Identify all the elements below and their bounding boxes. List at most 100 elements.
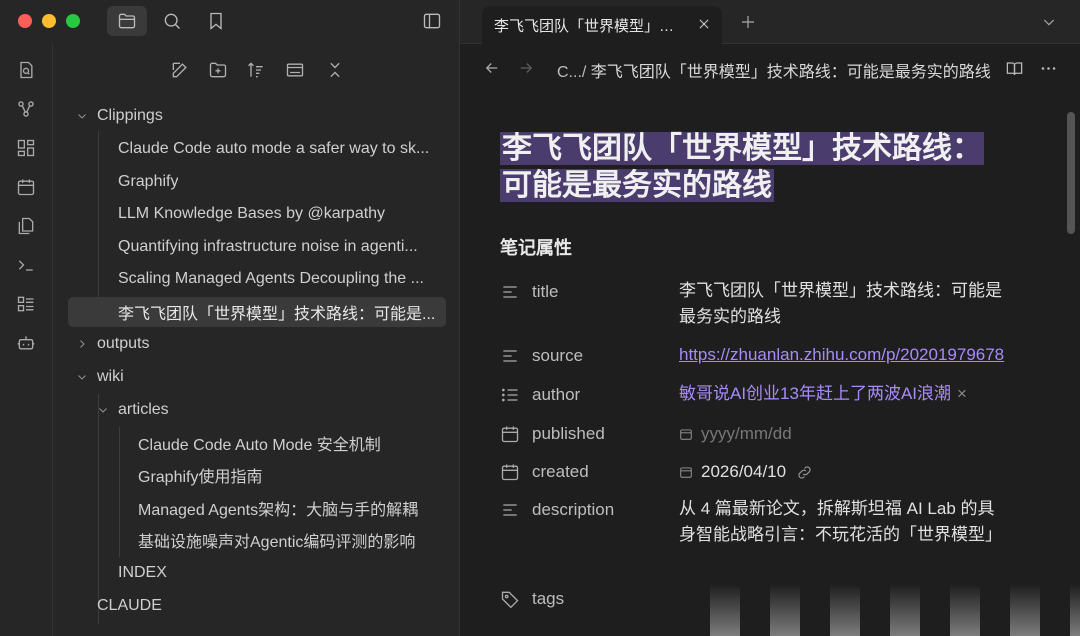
property-key-title[interactable]: title	[500, 280, 670, 304]
list-grid-icon	[17, 296, 34, 312]
chevron-down-icon	[96, 403, 110, 417]
folder-outputs[interactable]: outputs	[75, 329, 149, 359]
tab-title: 李飞飞团队「世界模型」技术路线：可能是最务实的路线	[494, 17, 686, 35]
folder-wiki[interactable]: wiki	[75, 362, 124, 392]
folder-articles[interactable]: articles	[96, 395, 169, 425]
tab-close-button[interactable]	[694, 14, 714, 34]
file-item[interactable]: Managed Agents架构：大脑与手的解耦	[138, 493, 418, 523]
bot-button[interactable]	[14, 331, 38, 355]
property-value-title[interactable]: 李飞飞团队「世界模型」技术路线：可能是 最务实的路线	[679, 278, 1019, 330]
file-item[interactable]: Claude Code Auto Mode 安全机制	[138, 428, 381, 458]
author-pill[interactable]: 敏哥说AI创业13年赶上了两波AI浪潮	[679, 384, 951, 403]
tree-guide	[119, 427, 120, 557]
canvas-button[interactable]	[14, 136, 38, 160]
file-item[interactable]: Graphify	[118, 167, 178, 197]
breadcrumb: C.../ 李飞飞团队「世界模型」技术路线：可能是最务实的路线	[557, 58, 991, 82]
plus-icon	[742, 16, 754, 28]
auto-reveal-button[interactable]	[281, 56, 309, 84]
graph-view-button[interactable]	[14, 97, 38, 121]
file-item[interactable]: Quantifying infrastructure noise in agen…	[118, 232, 438, 262]
folder-icon	[118, 13, 136, 29]
calendar-icon	[501, 426, 519, 443]
new-tab-button[interactable]	[734, 8, 762, 36]
title-bar: 李飞飞团队「世界模型」技术路线：可能是最务实的路线	[0, 0, 1080, 44]
file-item[interactable]: INDEX	[118, 558, 167, 588]
file-item[interactable]: 基础设施噪声对Agentic编码评测的影响	[138, 525, 415, 555]
command-palette-button[interactable]	[14, 253, 38, 277]
view-header: C.../ 李飞飞团队「世界模型」技术路线：可能是最务实的路线	[460, 44, 1080, 90]
bases-button[interactable]	[14, 292, 38, 316]
back-button[interactable]	[480, 56, 504, 80]
sort-icon	[248, 62, 263, 78]
new-note-button[interactable]	[166, 56, 194, 84]
property-value-created[interactable]: 2026/04/10	[679, 459, 1019, 485]
reveal-icon	[286, 63, 304, 77]
created-date: 2026/04/10	[701, 462, 787, 481]
layout-dashboard-icon	[17, 139, 35, 157]
note-title-line-2: 可能是最务实的路线	[500, 169, 774, 202]
link-icon[interactable]	[796, 464, 813, 481]
property-key-published[interactable]: published	[500, 422, 670, 446]
daily-note-button[interactable]	[14, 175, 38, 199]
templates-button[interactable]	[14, 214, 38, 238]
list-icon	[502, 388, 518, 402]
file-item[interactable]: Scaling Managed Agents Decoupling the ..…	[118, 264, 438, 294]
property-key-created[interactable]: created	[500, 460, 670, 484]
chevron-down-icon	[1043, 19, 1055, 26]
chevron-down-icon	[75, 109, 89, 123]
sort-button[interactable]	[242, 56, 270, 84]
file-item[interactable]: LLM Knowledge Bases by @karpathy	[118, 199, 385, 229]
chevron-down-icon	[75, 370, 89, 384]
arrow-right-icon	[520, 63, 533, 73]
files-icon	[18, 217, 34, 235]
toggle-sidebar-button[interactable]	[412, 6, 452, 36]
collapse-all-button[interactable]	[321, 56, 349, 84]
tab-active-note[interactable]: 李飞飞团队「世界模型」技术路线：可能是最务实的路线	[482, 6, 722, 44]
chevron-right-icon	[75, 337, 89, 351]
search-tab-button[interactable]	[152, 6, 192, 36]
more-options-button[interactable]	[1036, 56, 1060, 80]
text-icon	[503, 350, 517, 362]
collapse-icon	[330, 62, 340, 78]
close-window-button[interactable]	[18, 14, 32, 28]
property-value-published[interactable]: yyyy/mm/dd	[679, 421, 1019, 447]
property-key-author[interactable]: author	[500, 383, 670, 407]
reading-view-button[interactable]	[1002, 56, 1026, 80]
properties-heading: 笔记属性	[500, 238, 572, 258]
bookmarks-tab-button[interactable]	[196, 6, 236, 36]
breadcrumb-current[interactable]: 李飞飞团队「世界模型」技术路线：可能是最务实的路线	[591, 64, 991, 81]
zoom-window-button[interactable]	[66, 14, 80, 28]
book-open-icon	[1006, 61, 1022, 75]
property-value-source-link[interactable]: https://zhuanlan.zhihu.com/p/20201979678	[679, 342, 1019, 368]
quick-switcher-button[interactable]	[14, 58, 38, 82]
new-folder-button[interactable]	[204, 56, 232, 84]
sidebar-toggle-icon	[423, 13, 441, 29]
folder-plus-icon	[209, 62, 227, 78]
bot-icon	[17, 336, 35, 350]
tab-list-button[interactable]	[1035, 8, 1063, 36]
terminal-icon	[18, 260, 33, 271]
calendar-icon	[680, 429, 692, 440]
file-item[interactable]: Claude Code auto mode a safer way to sk.…	[118, 134, 438, 164]
property-value-author[interactable]: 敏哥说AI创业13年赶上了两波AI浪潮 ×	[679, 381, 1019, 407]
calendar-icon	[17, 179, 35, 196]
forward-button[interactable]	[514, 56, 538, 80]
calendar-icon	[501, 464, 519, 481]
property-value-description[interactable]: 从 4 篇最新论文，拆解斯坦福 AI Lab 的具 身智能战略引言：不玩花活的「…	[679, 496, 1019, 548]
file-explorer: Clippings Claude Code auto mode a safer …	[53, 44, 460, 636]
file-item-selected[interactable]: 李飞飞团队「世界模型」技术路线：可能是...	[68, 297, 446, 327]
property-key-description[interactable]: description	[500, 498, 670, 522]
file-item[interactable]: Graphify使用指南	[138, 460, 262, 490]
property-key-source[interactable]: source	[500, 344, 670, 368]
file-item[interactable]: CLAUDE	[97, 591, 162, 621]
breadcrumb-folder[interactable]: C.../	[557, 64, 586, 81]
app-window: 李飞飞团队「世界模型」技术路线： 可能是最务实的路线	[0, 0, 1080, 636]
more-horizontal-icon	[1041, 66, 1055, 70]
author-remove-button[interactable]: ×	[957, 384, 967, 403]
minimize-window-button[interactable]	[42, 14, 56, 28]
scrollbar-thumb[interactable]	[1067, 112, 1075, 234]
edit-icon	[172, 62, 187, 78]
folder-clippings[interactable]: Clippings	[75, 101, 163, 131]
property-key-tags[interactable]: tags	[500, 587, 670, 611]
file-explorer-tab-button[interactable]	[107, 6, 147, 36]
